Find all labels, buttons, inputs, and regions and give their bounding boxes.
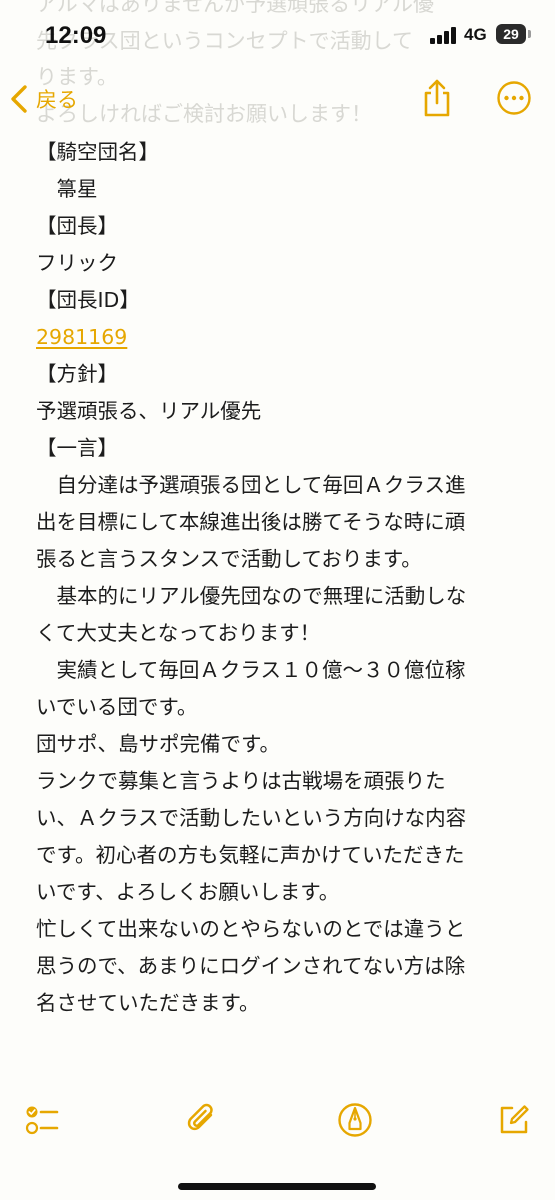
share-icon[interactable] — [420, 78, 454, 118]
note-line: いです、よろしくお願いします。 — [36, 880, 340, 904]
note-line: くて大丈夫となっております！ — [36, 621, 321, 645]
note-heading-leader-id: 【団長ID】 — [36, 288, 140, 312]
paperclip-icon[interactable] — [184, 1102, 220, 1138]
navigation-bar: 戻る — [0, 72, 555, 128]
note-line: 張ると言うスタンスで活動しております。 — [36, 547, 422, 571]
network-type: 4G — [464, 25, 487, 44]
note-line: 団サポ、島サポ完備です。 — [36, 732, 280, 756]
back-button[interactable]: 戻る — [10, 80, 78, 118]
note-line: い、Ａクラスで活動したいという方向けな内容 — [36, 806, 467, 830]
ellipsis-circle-icon[interactable] — [496, 80, 532, 116]
chevron-left-icon — [11, 85, 27, 113]
back-label: 戻る — [36, 88, 78, 112]
note-heading-comment: 【一言】 — [36, 436, 118, 460]
note-line: 出を目標にして本線進出後は勝てそうな時に頑 — [36, 510, 466, 534]
status-time: 12:09 — [45, 22, 107, 49]
note-leader-name: フリック — [36, 251, 118, 275]
note-line: 基本的にリアル優先団なので無理に活動しな — [36, 584, 467, 608]
note-heading-clan-name: 【騎空団名】 — [36, 140, 159, 164]
note-line: 実績として毎回Ａクラス１０億〜３０億位稼 — [36, 658, 466, 682]
battery-level: 29 — [503, 26, 519, 42]
note-heading-policy: 【方針】 — [36, 362, 118, 386]
note-policy: 予選頑張る、リアル優先 — [36, 399, 262, 423]
markup-pen-icon[interactable] — [337, 1102, 373, 1138]
status-bar: 12:09 4G 29 — [0, 0, 555, 70]
note-heading-leader: 【団長】 — [36, 214, 118, 238]
battery-icon: 29 — [496, 24, 526, 44]
battery-tip — [528, 30, 531, 38]
checklist-icon[interactable] — [24, 1102, 60, 1138]
note-body[interactable]: 【騎空団名】 箒星 【団長】 フリック 【団長ID】 2981169 【方針】 … — [36, 134, 536, 1022]
note-line: ランクで募集と言うよりは古戦場を頑張りた — [36, 769, 446, 793]
note-clan-name: 箒星 — [36, 177, 98, 201]
note-line: 自分達は予選頑張る団として毎回Ａクラス進 — [36, 473, 466, 497]
note-line: 忙しくて出来ないのとやらないのとでは違うと — [36, 917, 466, 941]
cellular-signal-icon — [430, 26, 460, 44]
note-line: 思うので、あまりにログインされてない方は除 — [36, 954, 466, 978]
home-indicator[interactable] — [178, 1183, 376, 1190]
note-line: です。初心者の方も気軽に声かけていただきた — [36, 843, 465, 867]
note-line: 名させていただきます。 — [36, 991, 260, 1015]
leader-id-link[interactable]: 2981169 — [36, 325, 127, 349]
note-line: いでいる団です。 — [36, 695, 198, 719]
compose-icon[interactable] — [496, 1102, 532, 1138]
